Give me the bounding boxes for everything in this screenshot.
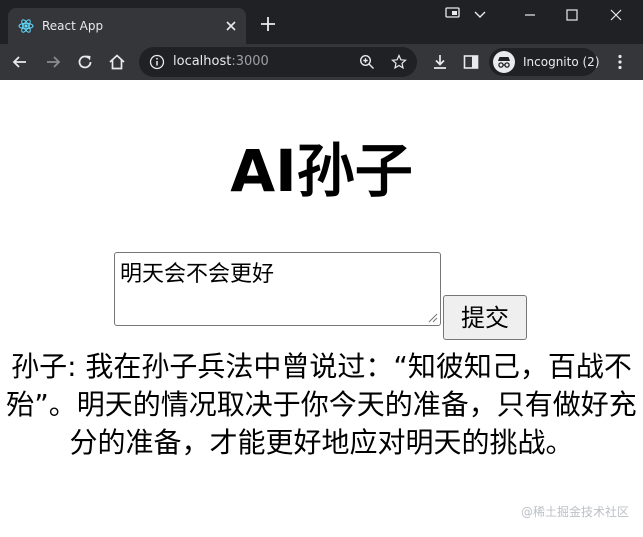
download-icon[interactable]	[430, 52, 450, 72]
page-content: AI孙子 明天会不会更好 提交 孙子: 我在孙子兵法中曾说过：“知彼知己，百战不…	[0, 80, 643, 537]
question-input[interactable]: 明天会不会更好	[114, 252, 441, 326]
zoom-icon[interactable]	[359, 54, 375, 70]
watermark: @稀土掘金技术社区	[520, 505, 629, 519]
url-host: localhost	[173, 54, 232, 69]
minimize-icon[interactable]	[522, 0, 538, 30]
new-tab-icon[interactable]	[259, 15, 277, 33]
reload-icon[interactable]	[75, 52, 95, 72]
submit-button[interactable]: 提交	[443, 295, 527, 340]
address-bar[interactable]: localhost:3000	[139, 47, 417, 77]
close-tab-icon[interactable]	[224, 19, 238, 33]
browser-tab[interactable]: React App	[8, 8, 246, 44]
side-panel-icon[interactable]	[461, 52, 481, 72]
close-window-icon[interactable]	[608, 0, 624, 30]
bookmark-star-icon[interactable]	[391, 54, 407, 70]
url-text: localhost:3000	[173, 53, 269, 71]
browser-titlebar: React App	[0, 0, 643, 44]
react-logo-icon	[18, 19, 34, 33]
home-icon[interactable]	[107, 52, 127, 72]
more-menu-icon[interactable]	[610, 52, 630, 72]
resize-grip-icon[interactable]	[427, 312, 438, 323]
incognito-icon	[493, 51, 515, 73]
tab-search-icon[interactable]	[444, 0, 462, 30]
browser-toolbar: localhost:3000 Incognito (2)	[0, 44, 643, 80]
back-arrow-icon[interactable]	[10, 52, 30, 72]
incognito-badge[interactable]: Incognito (2)	[489, 48, 600, 76]
page-title: AI孙子	[230, 137, 413, 205]
answer-text: 孙子: 我在孙子兵法中曾说过：“知彼知己，百战不殆”。明天的情况取决于你今天的准…	[6, 350, 637, 459]
incognito-label: Incognito (2)	[523, 55, 600, 69]
chevron-down-icon[interactable]	[472, 0, 488, 30]
forward-arrow-icon[interactable]	[43, 52, 63, 72]
tab-title: React App	[42, 19, 104, 33]
url-port: :3000	[231, 54, 269, 69]
info-icon[interactable]	[149, 54, 165, 70]
maximize-icon[interactable]	[564, 0, 580, 30]
